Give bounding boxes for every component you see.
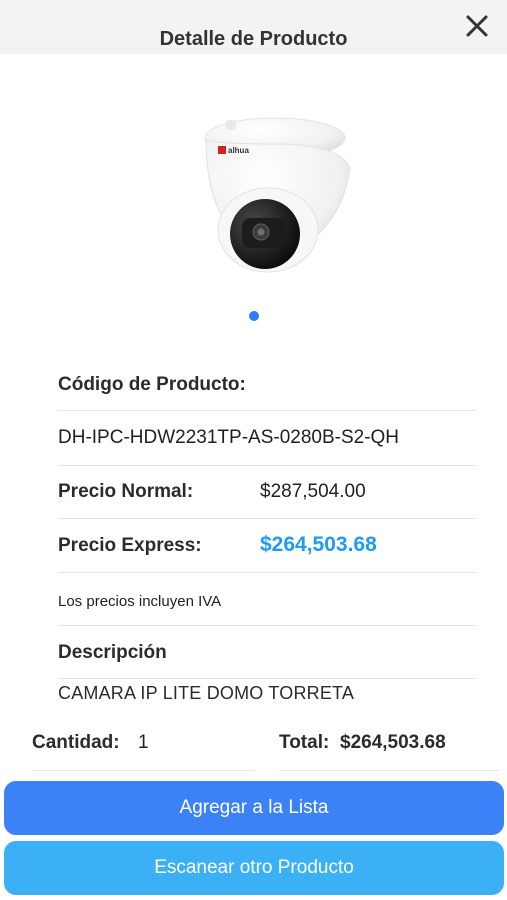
add-to-list-button[interactable]: Agregar a la Lista: [4, 781, 504, 835]
express-price-label: Precio Express:: [58, 535, 202, 556]
description-label-row: Descripción: [58, 626, 476, 679]
brand-logo: alhua: [218, 146, 249, 155]
product-code-value-row: DH-IPC-HDW2231TP-AS-0280B-S2-QH: [58, 411, 476, 466]
carousel-dot-indicator: [249, 311, 259, 321]
product-code-label: Código de Producto:: [58, 374, 246, 395]
description-label: Descripción: [58, 642, 167, 663]
scan-other-product-button[interactable]: Escanear otro Producto: [4, 841, 504, 895]
product-code-value: DH-IPC-HDW2231TP-AS-0280B-S2-QH: [58, 427, 400, 448]
product-code-label-row: Código de Producto:: [58, 360, 476, 411]
express-price-value: $264,503.68: [260, 533, 377, 556]
tax-note: Los precios incluyen IVA: [58, 593, 222, 610]
dome-camera-image: alhua: [204, 117, 351, 273]
description-value: CAMARA IP LITE DOMO TORRETA: [58, 683, 355, 703]
description-value-row: CAMARA IP LITE DOMO TORRETA: [58, 679, 476, 709]
express-price-row: Precio Express: $264,503.68: [58, 519, 476, 573]
total-value: $264,503.68: [340, 732, 446, 753]
close-icon[interactable]: [463, 12, 491, 40]
page-title: Detalle de Producto: [159, 28, 348, 50]
normal-price-row: Precio Normal: $287,504.00: [58, 466, 476, 519]
total-label: Total:: [279, 732, 330, 753]
svg-text:alhua: alhua: [228, 146, 249, 155]
quantity-field[interactable]: Cantidad: 1: [32, 728, 254, 771]
product-image: alhua: [190, 108, 360, 280]
tax-note-row: Los precios incluyen IVA: [58, 573, 476, 626]
header-bar: Detalle de Producto: [0, 0, 507, 54]
close-button[interactable]: [463, 12, 491, 40]
quantity-value[interactable]: 1: [138, 732, 149, 754]
total-summary: Total: $264,503.68: [279, 728, 499, 771]
normal-price-label: Precio Normal:: [58, 481, 194, 502]
normal-price-value: $287,504.00: [260, 481, 366, 502]
quantity-label: Cantidad:: [32, 732, 120, 753]
